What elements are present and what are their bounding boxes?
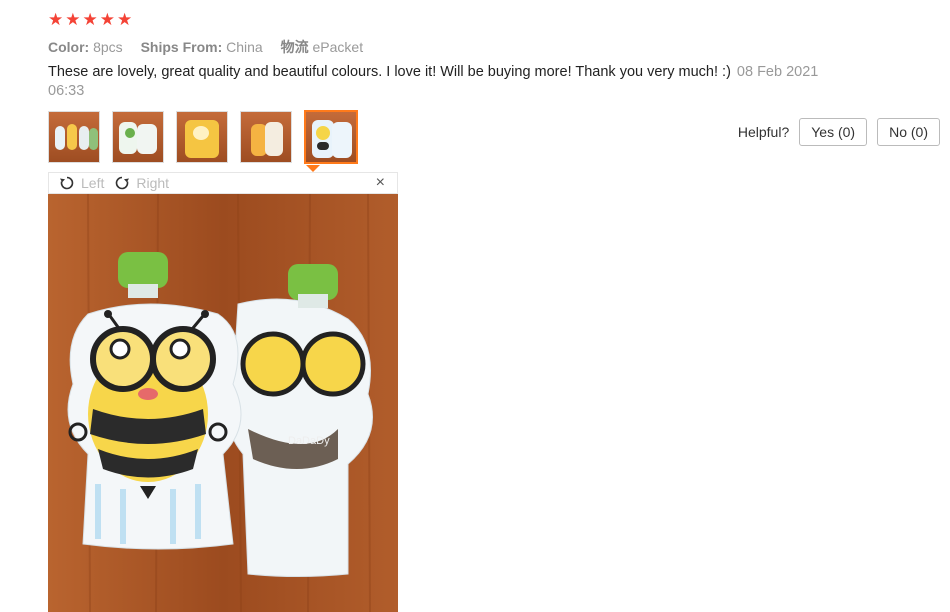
pouch-brand-label: DaDaDy xyxy=(288,435,330,447)
star-icon: ★ xyxy=(48,10,64,29)
rotate-right-label: Right xyxy=(136,175,170,191)
star-icon: ★ xyxy=(65,10,81,29)
rotate-left-icon xyxy=(60,176,74,190)
star-icon: ★ xyxy=(117,10,133,29)
logistics-value: ePacket xyxy=(312,39,364,55)
photo-thumbnail-2[interactable] xyxy=(112,111,164,163)
star-icon: ★ xyxy=(82,10,98,29)
review-meta: Color: 8pcs Ships From: China 物流 ePacket xyxy=(48,37,377,57)
review-text: These are lovely, great quality and beau… xyxy=(48,64,731,80)
rotate-left-button[interactable]: Left xyxy=(59,175,104,191)
ships-from-label: Ships From: xyxy=(140,39,223,55)
review-photo[interactable]: DaDaDy xyxy=(48,194,398,612)
image-viewer-toolbar: Left Right × xyxy=(48,172,398,194)
photo-thumbnails xyxy=(48,110,358,164)
close-icon[interactable]: × xyxy=(376,174,385,192)
photo-thumbnail-5[interactable] xyxy=(304,110,358,164)
rotate-right-icon xyxy=(116,176,130,190)
helpful-label: Helpful? xyxy=(737,124,790,140)
active-thumbnail-caret xyxy=(306,165,320,172)
bee-pouch-photo: DaDaDy xyxy=(48,194,398,612)
helpful-yes-button[interactable]: Yes (0) xyxy=(799,118,868,146)
rotate-right-button[interactable]: Right xyxy=(114,175,169,191)
review-body: These are lovely, great quality and beau… xyxy=(48,63,828,101)
color-value: 8pcs xyxy=(93,39,123,55)
logistics-label: 物流 xyxy=(280,39,309,55)
photo-thumbnail-1[interactable] xyxy=(48,111,100,163)
ships-from-value: China xyxy=(226,39,263,55)
color-label: Color: xyxy=(48,39,90,55)
star-rating: ★ ★ ★ ★ ★ xyxy=(48,10,132,30)
star-icon: ★ xyxy=(99,10,115,29)
helpful-no-button[interactable]: No (0) xyxy=(877,118,940,146)
helpful-vote: Helpful? Yes (0) No (0) xyxy=(738,118,940,146)
rotate-left-label: Left xyxy=(81,175,105,191)
photo-thumbnail-4[interactable] xyxy=(240,111,292,163)
photo-thumbnail-3[interactable] xyxy=(176,111,228,163)
